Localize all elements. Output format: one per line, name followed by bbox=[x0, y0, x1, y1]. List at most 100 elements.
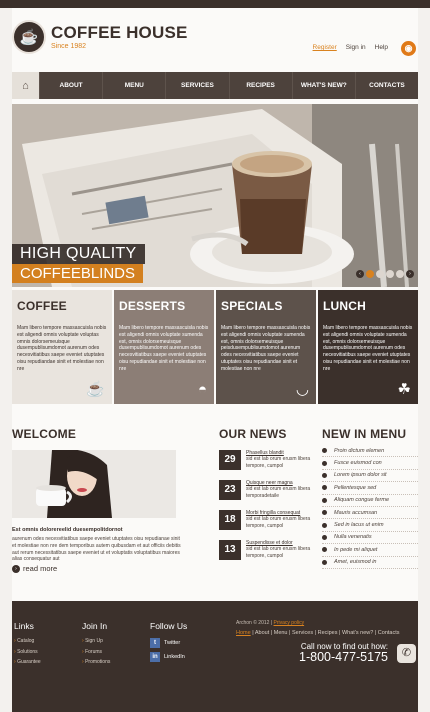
slider-next-button[interactable]: › bbox=[406, 270, 414, 278]
bullet-icon bbox=[322, 534, 327, 540]
list-item[interactable]: Aliquam congue ferme bbox=[322, 495, 418, 507]
list-item[interactable]: Amet, euismod in bbox=[322, 557, 418, 569]
dessert-icon: ◓ bbox=[197, 381, 207, 398]
footer-nav-home[interactable]: Home bbox=[236, 630, 251, 636]
list-item[interactable]: In pede mi aliquet bbox=[322, 544, 418, 557]
slider-prev-button[interactable]: ‹ bbox=[356, 270, 364, 278]
bullet-icon bbox=[322, 460, 327, 466]
footer-nav-services[interactable]: Services bbox=[292, 630, 313, 636]
linkedin-link[interactable]: in LinkedIn bbox=[150, 652, 187, 662]
footer-link[interactable]: Guarantee bbox=[14, 659, 41, 665]
news-item[interactable]: 23 Quisque neer magna sid est lab orum er… bbox=[219, 480, 311, 502]
news-item[interactable]: 29 Phasellus blandit sid est lab orum eru… bbox=[219, 450, 311, 472]
logo-title: COFFEE HOUSE bbox=[51, 23, 188, 42]
footer-links-column: Links Catalog Solutions Guarantee bbox=[14, 621, 41, 670]
home-icon[interactable]: ⌂ bbox=[12, 72, 39, 99]
news-excerpt: sid est lab orum erusm libera tempore, c… bbox=[246, 516, 311, 529]
footer-right: Archon © 2012 | Privacy policy Home | Ab… bbox=[236, 620, 416, 636]
phone-number[interactable]: 1-800-477-5175 bbox=[299, 651, 388, 664]
bullet-icon bbox=[322, 497, 327, 503]
footer-heading: Follow Us bbox=[150, 621, 188, 631]
copyright: Archon © 2012 bbox=[236, 620, 270, 626]
feature-boxes: COFFEE Mam libero tempore massascuisla n… bbox=[12, 290, 418, 404]
nav-item-whats-new[interactable]: WHAT'S NEW? bbox=[291, 72, 355, 99]
feature-box-coffee[interactable]: COFFEE Mam libero tempore massascuisla n… bbox=[12, 290, 112, 404]
list-item[interactable]: Fusce euismod con bbox=[322, 457, 418, 470]
feature-box-lunch[interactable]: LUNCH Mam libero tempore massascuisla no… bbox=[318, 290, 418, 404]
slider-dot-3[interactable] bbox=[386, 270, 394, 278]
logo[interactable]: ☕ COFFEE HOUSE Since 1982 bbox=[12, 20, 188, 54]
logo-since: Since 1982 bbox=[51, 43, 87, 50]
footer-link[interactable]: Solutions bbox=[14, 649, 41, 655]
twitter-link[interactable]: t Twitter bbox=[150, 638, 187, 648]
footer-heading: Join In bbox=[82, 621, 108, 631]
news-item[interactable]: 18 Morbi fringilla consequat sid est lab … bbox=[219, 510, 311, 532]
sign-in-link[interactable]: Sign in bbox=[346, 44, 366, 51]
nav-item-services[interactable]: SERVICES bbox=[165, 72, 228, 99]
bullet-icon bbox=[322, 485, 327, 491]
call-now: Call now to find out how: 1-800-477-5175 bbox=[299, 642, 388, 664]
footer-heading: Links bbox=[14, 621, 34, 631]
footer-nav-recipes[interactable]: Recipes bbox=[318, 630, 338, 636]
slider-dot-4[interactable] bbox=[396, 270, 404, 278]
list-item[interactable]: Proin dictum elemen bbox=[322, 445, 418, 458]
bullet-icon bbox=[322, 559, 327, 565]
list-item[interactable]: Nulla venenatis bbox=[322, 532, 418, 545]
welcome-text: aurenum odes necesvitiatibus saepe eveni… bbox=[12, 536, 181, 563]
feature-text: Mam libero tempore massascuisla nobis es… bbox=[221, 325, 311, 372]
news-date: 18 bbox=[219, 510, 241, 530]
footer-nav-about[interactable]: About bbox=[255, 630, 269, 636]
feature-text: Mam libero tempore massascuisla nobis es… bbox=[17, 325, 107, 372]
footer-link[interactable]: Promotions bbox=[82, 659, 110, 665]
main-nav: ⌂ ABOUT MENU SERVICES RECIPES WHAT'S NEW… bbox=[12, 72, 418, 99]
hero-caption-line1: HIGH QUALITY bbox=[12, 244, 145, 264]
feature-title: DESSERTS bbox=[119, 299, 186, 313]
slider-pager: ‹ › bbox=[356, 270, 414, 278]
rss-icon[interactable]: ◉ bbox=[401, 41, 416, 56]
coffee-cup-icon: ☕ bbox=[12, 20, 46, 54]
news-date: 23 bbox=[219, 480, 241, 500]
footer-link[interactable]: Forums bbox=[82, 649, 110, 655]
nav-item-contacts[interactable]: CONTACTS bbox=[354, 72, 418, 99]
news-item[interactable]: 13 Suspendisse et dolor sid est lab orum … bbox=[219, 540, 311, 562]
footer-nav-menu[interactable]: Menu bbox=[274, 630, 288, 636]
register-link[interactable]: Register bbox=[313, 44, 337, 51]
feature-text: Mam libero tempore massascuisla nobis es… bbox=[119, 325, 209, 372]
feature-box-desserts[interactable]: DESSERTS Mam libero tempore massascuisla… bbox=[114, 290, 214, 404]
help-link[interactable]: Help bbox=[375, 44, 388, 51]
slider-dot-2[interactable] bbox=[376, 270, 384, 278]
welcome-subtitle: Est omnis dolorereelid duesempolitdornot bbox=[12, 527, 123, 533]
welcome-image bbox=[12, 450, 176, 518]
feature-text: Mam libero tempore massascuisla nobis es… bbox=[323, 325, 413, 372]
welcome-title: WELCOME bbox=[12, 427, 77, 441]
new-in-menu-title: NEW IN MENU bbox=[322, 427, 407, 441]
news-list: 29 Phasellus blandit sid est lab orum eru… bbox=[219, 450, 311, 570]
privacy-link[interactable]: Privacy policy bbox=[274, 620, 305, 626]
nav-item-about[interactable]: ABOUT bbox=[39, 72, 102, 99]
nav-item-recipes[interactable]: RECIPES bbox=[228, 72, 292, 99]
list-item[interactable]: Mauris accumsan bbox=[322, 507, 418, 520]
feature-box-specials[interactable]: SPECIALS Mam libero tempore massascuisla… bbox=[216, 290, 316, 404]
footer-nav-whats-new[interactable]: What's new? bbox=[342, 630, 373, 636]
footer-link[interactable]: Catalog bbox=[14, 638, 41, 644]
news-date: 29 bbox=[219, 450, 241, 470]
news-excerpt: sid est lab orum erusm libera temporadet… bbox=[246, 486, 311, 499]
footer-link[interactable]: Sign Up bbox=[82, 638, 110, 644]
linkedin-icon: in bbox=[150, 652, 160, 662]
bullet-icon bbox=[322, 472, 327, 478]
read-more-link[interactable]: › read more bbox=[12, 564, 57, 573]
coffee-cup-icon: ☕ bbox=[86, 381, 105, 398]
account-links: Register Sign in Help bbox=[313, 44, 388, 51]
bullet-icon bbox=[322, 547, 327, 553]
news-date: 13 bbox=[219, 540, 241, 560]
list-item[interactable]: Pellentesque sed bbox=[322, 482, 418, 495]
footer-nav-contacts[interactable]: Contacts bbox=[378, 630, 400, 636]
list-item[interactable]: Sed in lacus ut enim bbox=[322, 519, 418, 532]
footer-nav: Home | About | Menu | Services | Recipes… bbox=[236, 630, 400, 636]
slider-dot-1[interactable] bbox=[366, 270, 374, 278]
hero-slider[interactable]: HIGH QUALITY COFFEEBLINDS ‹ › bbox=[12, 104, 418, 287]
nav-item-menu[interactable]: MENU bbox=[102, 72, 165, 99]
top-bar bbox=[0, 0, 430, 8]
twitter-icon: t bbox=[150, 638, 160, 648]
list-item[interactable]: Lorem ipsum dolor sit bbox=[322, 470, 418, 483]
